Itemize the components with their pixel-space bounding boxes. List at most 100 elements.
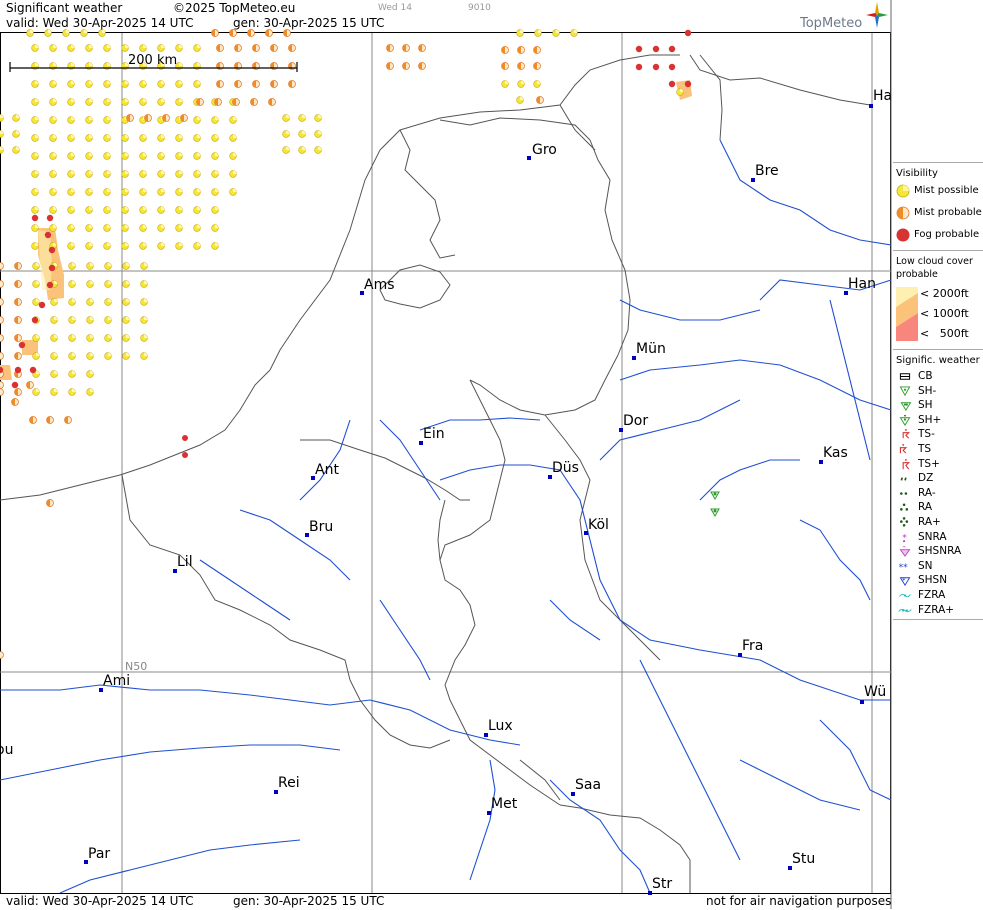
mist-probable-marker: [402, 62, 410, 70]
city-label-Ant: Ant: [315, 462, 339, 478]
legend-mist-possible: Mist possible: [893, 180, 983, 202]
mist-possible-marker: [103, 98, 111, 106]
fog-marker: [635, 45, 643, 53]
mist-possible-marker: [516, 96, 524, 104]
mist-possible-marker: [44, 29, 52, 37]
legend-mist-probable: Mist probable: [893, 202, 983, 224]
mist-possible-marker: [67, 116, 75, 124]
mist-possible-marker: [62, 29, 70, 37]
rain-icon: [900, 503, 909, 511]
mist-possible-marker: [175, 206, 183, 214]
mist-possible-marker: [122, 280, 130, 288]
mist-possible-marker: [32, 334, 40, 342]
country-borders: [0, 54, 871, 893]
mist-possible-marker: [175, 170, 183, 178]
weather-legend-list: CB SH- SH SH+ TS- TS TS+ DZ RA- RA RA+ * SNRA * SHSNRA…: [893, 369, 983, 617]
mist-possible-marker: [67, 152, 75, 160]
compass-logo-icon: [866, 2, 888, 28]
mist-possible-marker: [49, 152, 57, 160]
mist-possible-marker: [140, 262, 148, 270]
fog-marker: [684, 29, 692, 37]
mist-probable-marker: [288, 80, 296, 88]
mist-possible-marker: [68, 316, 76, 324]
mist-probable-marker: [252, 80, 260, 88]
mist-possible-marker: [211, 134, 219, 142]
fog-marker: [668, 80, 676, 88]
mist-probable-marker: [229, 29, 237, 37]
mist-probable-marker: [162, 114, 170, 122]
mist-possible-marker: [49, 116, 57, 124]
mist-possible-marker: [67, 98, 75, 106]
mist-probable-marker: [418, 44, 426, 52]
scale-label: 200 km: [128, 53, 177, 68]
mist-possible-marker: [68, 334, 76, 342]
city-label-Düs: Düs: [552, 460, 579, 476]
mist-possible-marker: [157, 188, 165, 196]
legend-label: Fog probable: [914, 229, 980, 240]
footer-generated-time: gen: 30-Apr-2025 15 UTC: [233, 894, 385, 908]
mist-probable-marker: [196, 98, 204, 106]
mist-probable-marker: [14, 298, 22, 306]
mist-possible-marker: [0, 146, 4, 154]
city-markers: Ha Gro Bre Ams Han Mün Ein Dor Kas Ant Düs Bru Köl Li…: [0, 88, 892, 895]
fog-probable-icon: [896, 228, 910, 242]
mist-possible-marker: [67, 80, 75, 88]
mist-possible-marker: [139, 80, 147, 88]
mist-possible-marker: [314, 114, 322, 122]
city-label-Str: Str: [652, 876, 672, 892]
brand-name[interactable]: TopMeteo: [800, 16, 862, 31]
mist-possible-marker: [121, 224, 129, 232]
mist-possible-marker: [175, 134, 183, 142]
mist-possible-marker: [229, 134, 237, 142]
shower-light-icon: [899, 386, 911, 396]
mist-possible-marker: [103, 170, 111, 178]
mist-possible-marker: [122, 352, 130, 360]
legend-label: RA: [918, 501, 933, 514]
mist-possible-marker: [314, 130, 322, 138]
mist-probable-marker: [0, 334, 4, 342]
mist-possible-marker: [211, 170, 219, 178]
svg-text:*: *: [902, 546, 906, 552]
map-canvas[interactable]: 200 km N50 Ha Gro Bre Ams Han Mün Ein Dor Kas Ant…: [0, 0, 983, 909]
legend-weather-ts-light: TS-: [893, 427, 983, 442]
mist-possible-marker: [282, 114, 290, 122]
mist-probable-marker: [180, 114, 188, 122]
mist-possible-marker: [139, 224, 147, 232]
mist-possible-marker: [121, 80, 129, 88]
mist-probable-marker: [232, 98, 240, 106]
mist-possible-marker: [122, 262, 130, 270]
mist-possible-marker: [67, 44, 75, 52]
legend-label: RA+: [918, 515, 941, 528]
legend-label: FZRA: [918, 588, 946, 601]
fog-marker: [652, 63, 660, 71]
mist-possible-marker: [676, 88, 684, 96]
mist-possible-marker: [104, 262, 112, 270]
mist-possible-marker: [298, 130, 306, 138]
mist-possible-marker: [31, 242, 39, 250]
mist-possible-marker: [517, 80, 525, 88]
legend-weather-ra-lightheavy: RA+: [893, 515, 983, 530]
mist-possible-marker: [211, 152, 219, 160]
mist-possible-marker: [139, 98, 147, 106]
mist-possible-marker: [86, 334, 94, 342]
mist-possible-marker: [314, 146, 322, 154]
mist-possible-marker: [85, 116, 93, 124]
footer-disclaimer: not for air navigation purposes: [706, 894, 892, 908]
mist-possible-marker: [121, 44, 129, 52]
legend-weather-ra-light: RA-: [893, 486, 983, 501]
legend-label: SH: [918, 399, 933, 412]
mist-possible-marker: [31, 170, 39, 178]
thunderstorm-light-icon: [902, 429, 910, 439]
city-label-Fra: Fra: [742, 638, 763, 654]
visibility-markers: [0, 29, 692, 659]
mist-possible-marker: [140, 280, 148, 288]
mist-possible-marker: [86, 352, 94, 360]
mist-possible-marker: [533, 80, 541, 88]
mist-possible-marker: [211, 206, 219, 214]
mist-probable-marker: [252, 44, 260, 52]
shower-icon: [900, 402, 912, 412]
mist-probable-marker: [0, 298, 4, 306]
mist-possible-marker: [85, 98, 93, 106]
rain-light-icon: [900, 491, 908, 495]
mist-probable-marker: [11, 398, 19, 406]
